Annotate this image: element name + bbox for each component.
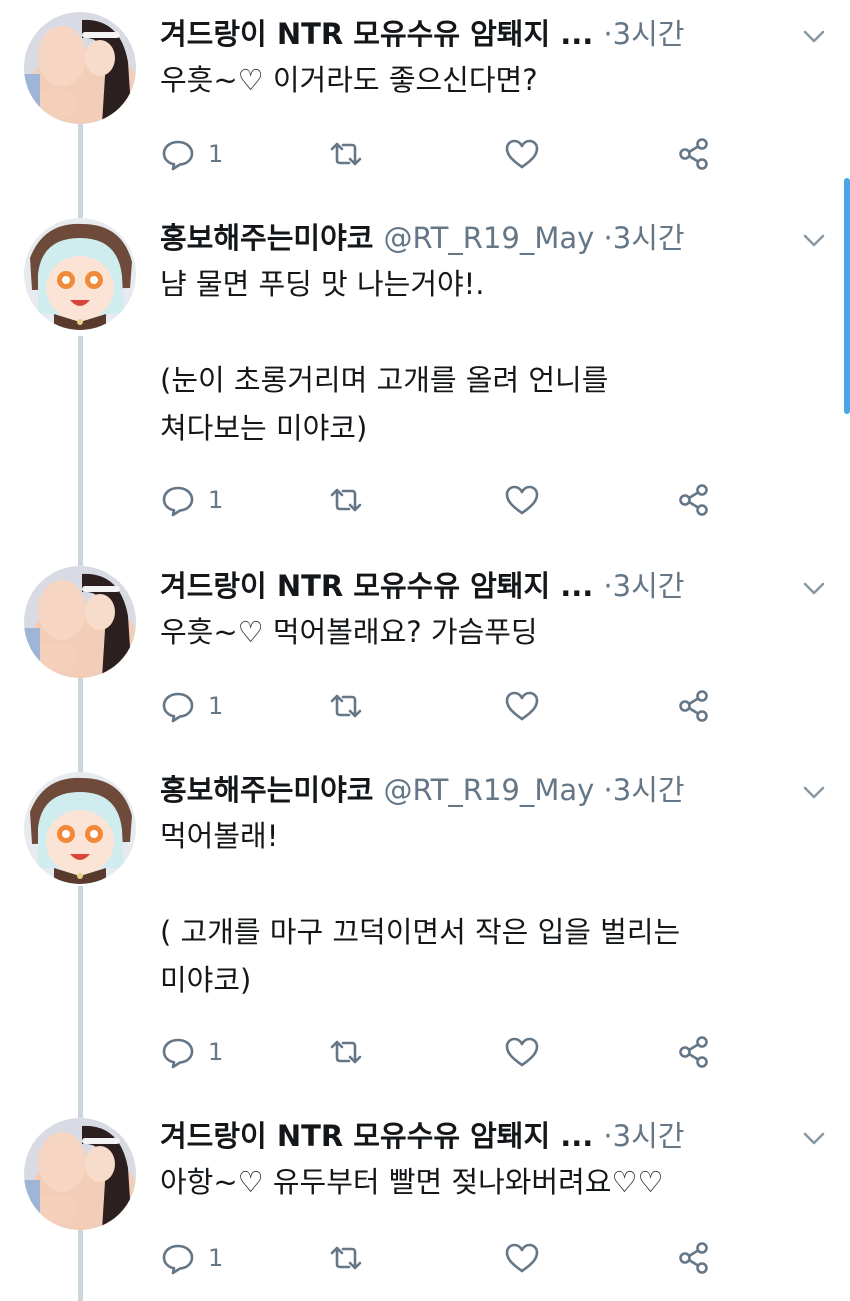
retweet-icon: [330, 1246, 362, 1270]
like-button[interactable]: [504, 480, 540, 520]
reply-count: 1: [208, 486, 224, 514]
avatar[interactable]: [24, 218, 136, 330]
tweet-text: 아항~♡ 유두부터 빨면 젖나와버려요♡♡: [160, 1165, 664, 1199]
display-name[interactable]: 겨드랑이 NTR 모유수유 암퇘지 ...: [160, 569, 603, 603]
share-button[interactable]: [676, 686, 712, 726]
display-name[interactable]: 겨드랑이 NTR 모유수유 암퇘지 ...: [160, 1119, 603, 1153]
heart-icon: [505, 485, 539, 515]
heart-icon: [505, 1243, 539, 1273]
reply-button[interactable]: 1: [160, 480, 223, 520]
retweet-button[interactable]: [328, 686, 364, 726]
separator-dot: ·: [603, 569, 613, 603]
username[interactable]: @RT_R19_May: [384, 221, 604, 255]
avatar[interactable]: [24, 12, 136, 124]
heart-icon: [505, 691, 539, 721]
avatar[interactable]: [24, 772, 136, 884]
timestamp[interactable]: 3시간: [613, 17, 685, 51]
tweet-actions: 1: [160, 480, 720, 520]
share-icon: [679, 138, 708, 170]
tweet-actions: 1: [160, 1032, 720, 1072]
timestamp[interactable]: 3시간: [613, 221, 685, 255]
retweet-icon: [330, 694, 362, 718]
avatar-image: [24, 1118, 136, 1230]
thread-connector-line: [78, 1230, 83, 1301]
reply-count: 1: [208, 692, 224, 720]
retweet-button[interactable]: [328, 480, 364, 520]
separator-dot: ·: [603, 1119, 613, 1153]
share-button[interactable]: [676, 480, 712, 520]
tweet-actions: 1: [160, 134, 720, 174]
thread-connector-line: [78, 336, 83, 566]
tweet-text: 우흣~♡ 먹어볼래요? 가슴푸딩: [160, 615, 538, 649]
tweet-header: 홍보해주는미야코 @RT_R19_May ·3시간: [160, 216, 800, 260]
avatar-image: [24, 566, 136, 678]
retweet-icon: [330, 142, 362, 166]
chevron-down-icon[interactable]: [800, 1126, 828, 1150]
tweet-header: 홍보해주는미야코 @RT_R19_May ·3시간: [160, 768, 800, 812]
reply-button[interactable]: 1: [160, 134, 223, 174]
avatar[interactable]: [24, 566, 136, 678]
chevron-down-icon[interactable]: [800, 24, 828, 48]
tweet-header: 겨드랑이 NTR 모유수유 암퇘지 ... ·3시간: [160, 564, 800, 608]
reply-icon: [162, 692, 194, 723]
display-name[interactable]: 홍보해주는미야코: [160, 221, 384, 255]
tweet-header: 겨드랑이 NTR 모유수유 암퇘지 ... ·3시간: [160, 12, 800, 56]
avatar[interactable]: [24, 1118, 136, 1230]
reply-count: 1: [208, 140, 224, 168]
retweet-button[interactable]: [328, 134, 364, 174]
thread-connector-line: [78, 886, 83, 1118]
like-button[interactable]: [504, 1238, 540, 1278]
avatar-image: [24, 12, 136, 124]
reply-button[interactable]: 1: [160, 1032, 223, 1072]
share-button[interactable]: [676, 1032, 712, 1072]
reply-button[interactable]: 1: [160, 1238, 223, 1278]
reply-count: 1: [208, 1038, 224, 1066]
timestamp[interactable]: 3시간: [613, 569, 685, 603]
like-button[interactable]: [504, 686, 540, 726]
share-button[interactable]: [676, 1238, 712, 1278]
tweet-header: 겨드랑이 NTR 모유수유 암퇘지 ... ·3시간: [160, 1114, 800, 1158]
share-button[interactable]: [676, 134, 712, 174]
separator-dot: ·: [603, 221, 613, 255]
reply-icon: [162, 1038, 194, 1069]
reply-icon: [162, 486, 194, 517]
share-icon: [679, 484, 708, 516]
reply-count: 1: [208, 1244, 224, 1272]
thread-connector-line: [78, 122, 83, 220]
reply-icon: [162, 1244, 194, 1275]
share-icon: [679, 690, 708, 722]
heart-icon: [505, 139, 539, 169]
username[interactable]: @RT_R19_May: [384, 773, 604, 807]
reply-button[interactable]: 1: [160, 686, 223, 726]
thread-connector-line: [78, 678, 83, 774]
retweet-button[interactable]: [328, 1238, 364, 1278]
timestamp[interactable]: 3시간: [613, 773, 685, 807]
reply-icon: [162, 140, 194, 171]
retweet-icon: [330, 488, 362, 512]
separator-dot: ·: [603, 773, 613, 807]
scrollbar[interactable]: [844, 178, 850, 414]
retweet-icon: [330, 1040, 362, 1064]
chevron-down-icon[interactable]: [800, 228, 828, 252]
retweet-button[interactable]: [328, 1032, 364, 1072]
share-icon: [679, 1036, 708, 1068]
tweet-actions: 1: [160, 686, 720, 726]
tweet-actions: 1: [160, 1238, 720, 1278]
tweet-text: 우흣~♡ 이거라도 좋으신다면?: [160, 63, 538, 97]
like-button[interactable]: [504, 134, 540, 174]
tweet-text: 냠 물면 푸딩 맛 나는거야!. (눈이 초롱거리며 고개를 올려 언니를 쳐다…: [160, 267, 609, 445]
like-button[interactable]: [504, 1032, 540, 1072]
display-name[interactable]: 홍보해주는미야코: [160, 773, 384, 807]
chevron-down-icon[interactable]: [800, 780, 828, 804]
display-name[interactable]: 겨드랑이 NTR 모유수유 암퇘지 ...: [160, 17, 603, 51]
chevron-down-icon[interactable]: [800, 576, 828, 600]
tweet-thread: 겨드랑이 NTR 모유수유 암퇘지 ... ·3시간 우흣~♡ 이거라도 좋으신…: [0, 0, 850, 1301]
avatar-image: [24, 772, 136, 884]
timestamp[interactable]: 3시간: [613, 1119, 685, 1153]
share-icon: [679, 1242, 708, 1274]
avatar-image: [24, 218, 136, 330]
tweet-text: 먹어볼래! ( 고개를 마구 끄덕이면서 작은 입을 벌리는 미야코): [160, 819, 681, 997]
heart-icon: [505, 1037, 539, 1067]
separator-dot: ·: [603, 17, 613, 51]
